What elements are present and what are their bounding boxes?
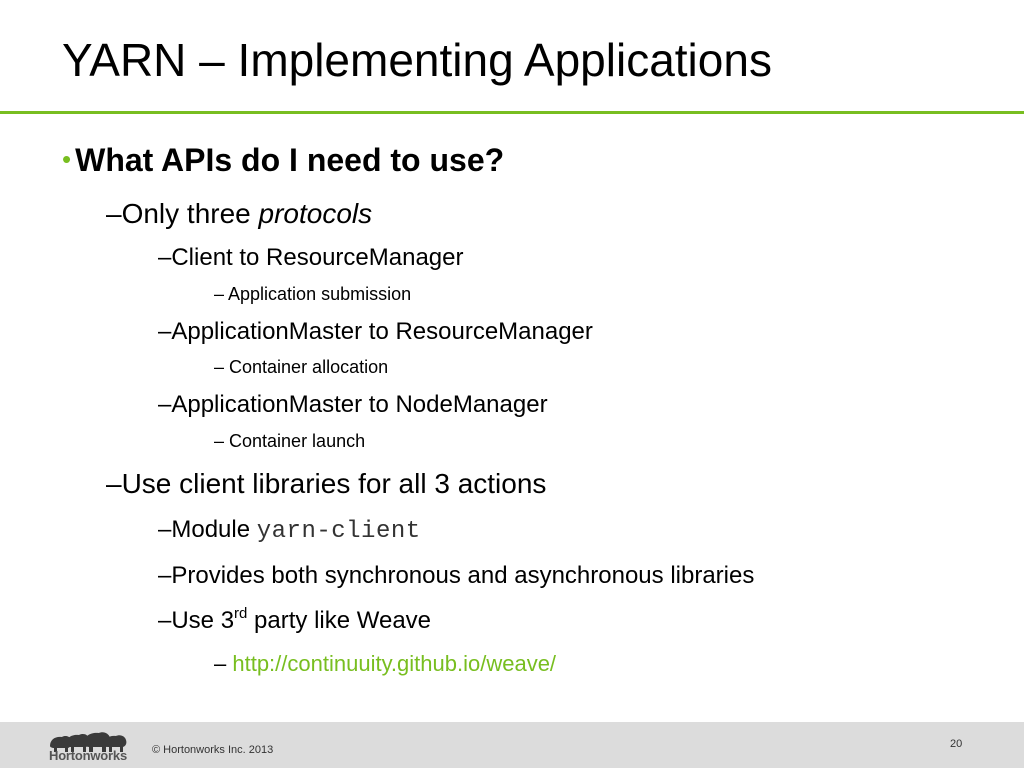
protocol-client-rm-detail: – Application submission: [214, 284, 412, 304]
module-line: –Module yarn-client: [158, 516, 421, 545]
protocol-am-nm: –ApplicationMaster to NodeManager: [158, 391, 548, 418]
question-text: What APIs do I need to use?: [75, 142, 505, 178]
weave-link[interactable]: http://continuuity.github.io/weave/: [232, 651, 556, 676]
question-bullet: • What APIs do I need to use?: [62, 138, 504, 184]
page-number: 20: [950, 738, 963, 750]
title-divider: [0, 111, 1024, 114]
weave-link-line: – http://continuuity.github.io/weave/: [214, 651, 557, 676]
logo-wordmark: Hortonworks: [49, 748, 127, 763]
third-party-line: –Use 3rd party like Weave: [158, 605, 432, 634]
client-libraries: –Use client libraries for all 3 actions: [106, 468, 547, 499]
copyright-text: © Hortonworks Inc. 2013: [152, 744, 274, 756]
provides-libraries: –Provides both synchronous and asynchron…: [158, 562, 755, 589]
protocol-am-rm: –ApplicationMaster to ResourceManager: [158, 318, 593, 345]
protocols-emphasis: protocols: [258, 198, 373, 229]
module-code: yarn-client: [256, 518, 421, 545]
bullet-icon: •: [62, 144, 72, 174]
protocol-am-rm-detail: – Container allocation: [214, 357, 389, 377]
only-three-protocols: –Only three protocols: [106, 198, 373, 229]
slide-title: YARN – Implementing Applications: [62, 34, 772, 86]
protocol-am-nm-detail: – Container launch: [214, 431, 366, 451]
protocol-client-rm: –Client to ResourceManager: [158, 244, 464, 271]
